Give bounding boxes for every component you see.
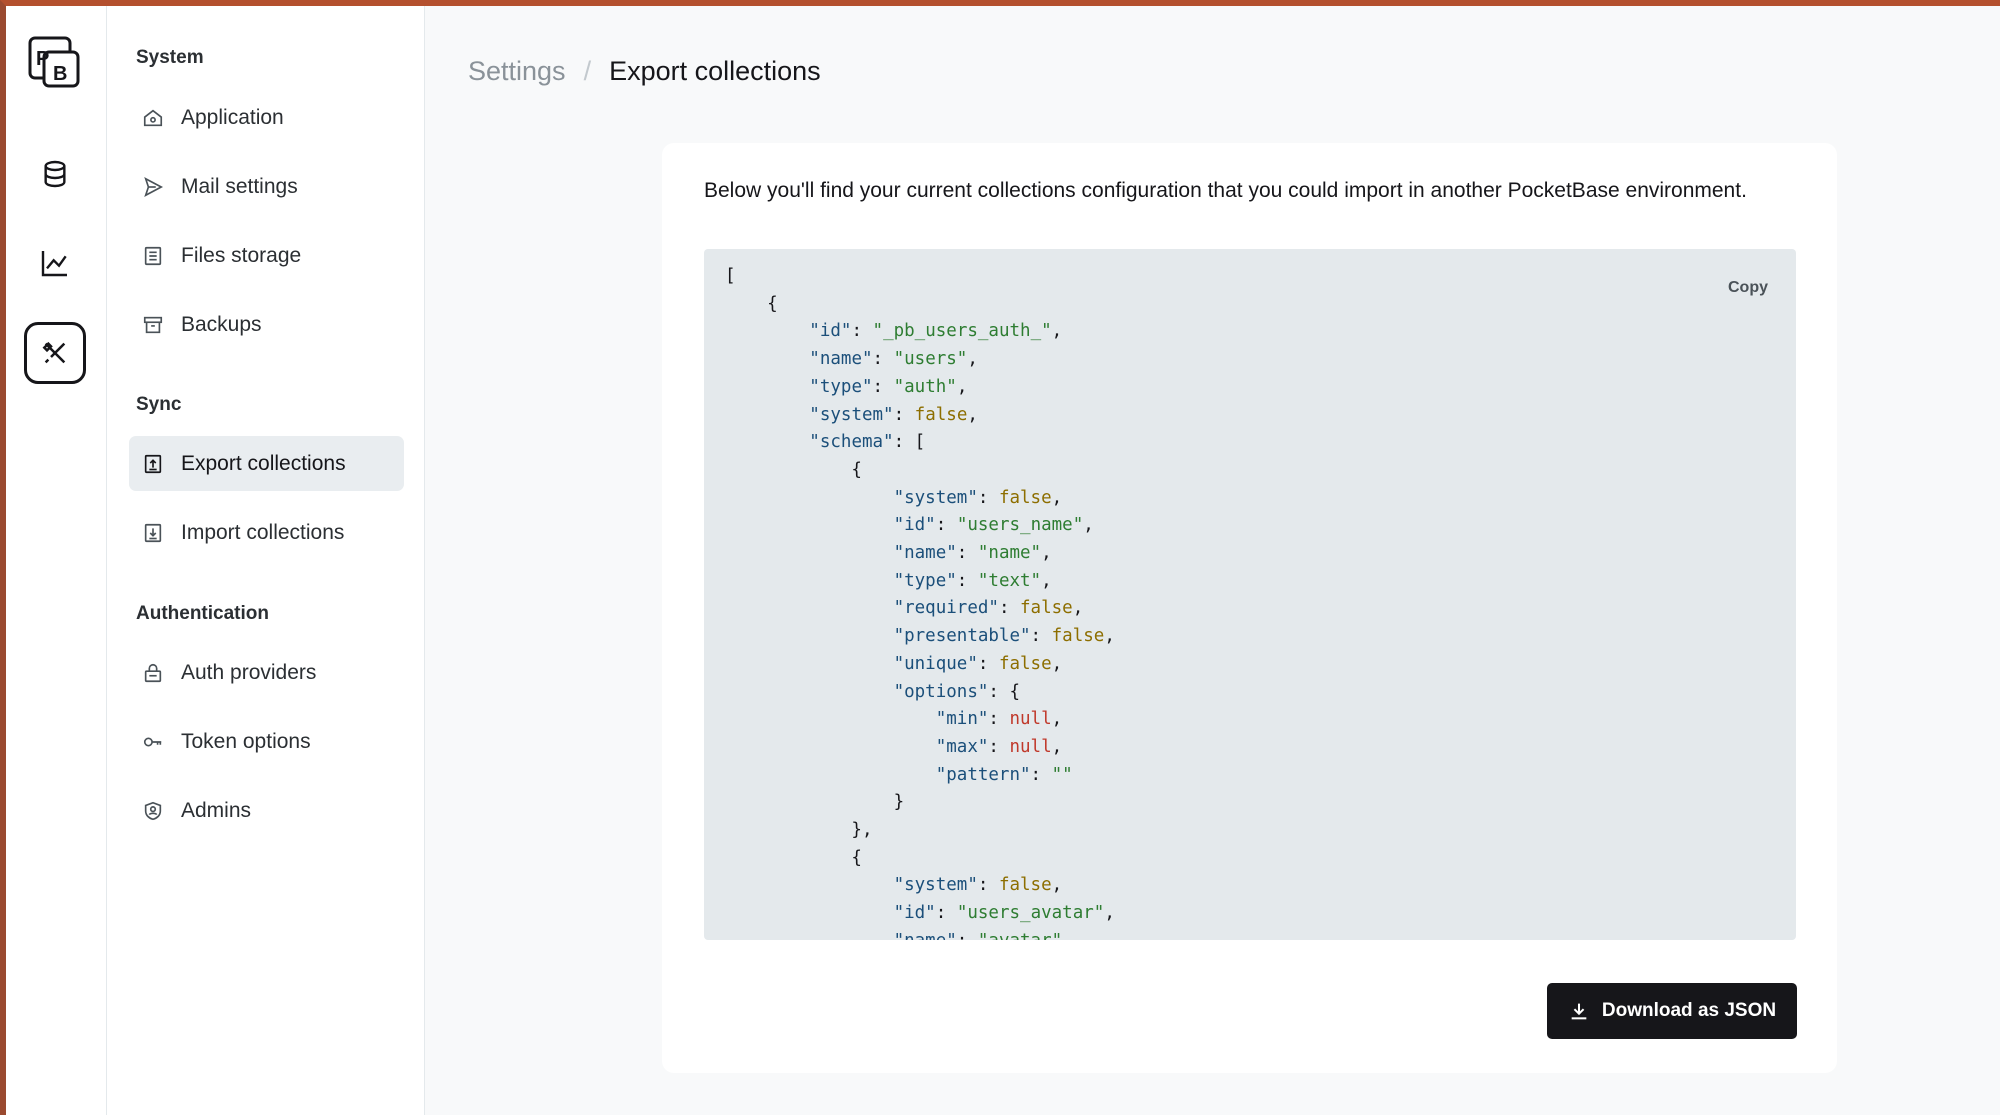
file-list-icon	[142, 245, 164, 267]
sidebar-item-label: Import collections	[181, 520, 345, 544]
code-line: "required": false,	[893, 598, 1084, 619]
code-line: "name": "users",	[809, 349, 978, 370]
sidebar-item-label: Export collections	[181, 451, 346, 475]
code-line: "type": "auth",	[809, 376, 968, 397]
sidebar-item-files-storage[interactable]: Files storage	[129, 228, 404, 283]
key-icon	[142, 731, 164, 753]
code-line: },	[725, 820, 873, 841]
download-icon	[1571, 1003, 1587, 1020]
download-icon	[142, 522, 164, 544]
sidebar-item-label: Token options	[181, 729, 311, 753]
sidebar-item-import-collections[interactable]: Import collections	[129, 505, 404, 560]
rail-collections-button[interactable]	[24, 143, 86, 205]
sidebar-item-label: Auth providers	[181, 660, 317, 684]
sidebar-item-label: Files storage	[181, 243, 302, 267]
sidebar-item-label: Admins	[181, 798, 252, 822]
code-line: "system": false,	[893, 875, 1063, 896]
rail-logs-button[interactable]	[24, 232, 86, 294]
code-line: "schema": [	[809, 432, 926, 453]
code-line: "id": "users_name",	[893, 515, 1094, 536]
settings-sidebar: System Application Mail settings Files s…	[107, 6, 425, 1115]
pocketbase-logo[interactable]: P B	[27, 35, 83, 91]
section-title-sync: Sync	[136, 394, 182, 415]
copy-button[interactable]: Copy	[1728, 279, 1768, 297]
breadcrumb-settings[interactable]: Settings	[468, 56, 566, 87]
intro-text: Below you'll find your current collectio…	[704, 179, 1747, 202]
code-line: "system": false,	[809, 404, 978, 425]
sidebar-item-label: Application	[181, 105, 284, 129]
archive-icon	[142, 314, 164, 336]
home-gear-icon	[142, 107, 164, 129]
svg-text:P: P	[36, 48, 49, 70]
chart-line-icon	[41, 251, 67, 277]
rail-settings-button[interactable]	[24, 322, 86, 384]
sidebar-item-backups[interactable]: Backups	[129, 297, 404, 352]
section-title-authentication: Authentication	[136, 603, 269, 624]
lock-icon	[142, 662, 164, 684]
section-title-system: System	[136, 47, 204, 68]
download-json-label: Download as JSON	[1601, 1000, 1777, 1021]
breadcrumb-separator: /	[583, 56, 592, 86]
page-title: Export collections	[609, 56, 821, 86]
code-line: "options": {	[893, 681, 1021, 702]
code-line: "unique": false,	[893, 653, 1063, 674]
sidebar-item-mail-settings[interactable]: Mail settings	[129, 159, 404, 214]
json-code: [ { "id": "_pb_users_auth_", "name": "us…	[725, 263, 1115, 940]
code-line: {	[725, 847, 862, 868]
code-line: "name": "avatar",	[725, 928, 1115, 940]
breadcrumb: Settings / Export collections	[468, 56, 821, 87]
code-line: "name": "name",	[893, 543, 1052, 564]
code-line: "id": "users_avatar",	[893, 903, 1115, 924]
export-panel: Below you'll find your current collectio…	[662, 143, 1837, 1073]
download-json-button[interactable]: Download as JSON	[1547, 983, 1797, 1039]
code-line: "max": null,	[935, 736, 1063, 757]
icon-rail: P B	[6, 6, 107, 1115]
sidebar-item-application[interactable]: Application	[129, 90, 404, 145]
app-window: P B System Application Mail settings Fil…	[0, 0, 2000, 1115]
code-line: "pattern": ""	[935, 764, 1073, 785]
code-line: "min": null,	[935, 709, 1063, 730]
sidebar-item-token-options[interactable]: Token options	[129, 714, 404, 769]
sidebar-item-auth-providers[interactable]: Auth providers	[129, 645, 404, 700]
upload-icon	[142, 453, 164, 475]
code-line: "type": "text",	[893, 570, 1052, 591]
shield-user-icon	[142, 800, 164, 822]
code-line: }	[725, 792, 905, 813]
send-icon	[142, 176, 164, 198]
code-line: [	[725, 266, 736, 286]
sidebar-item-admins[interactable]: Admins	[129, 783, 404, 838]
sidebar-item-export-collections[interactable]: Export collections	[129, 436, 404, 491]
code-line: "id": "_pb_users_auth_",	[809, 321, 1063, 342]
sidebar-item-label: Backups	[181, 312, 262, 336]
code-line: {	[725, 459, 862, 480]
code-line: "system": false,	[893, 487, 1063, 508]
svg-text:B: B	[53, 63, 67, 85]
database-icon	[44, 160, 66, 188]
tools-icon	[42, 341, 66, 364]
sidebar-item-label: Mail settings	[181, 174, 298, 198]
code-line: {	[725, 293, 778, 314]
json-preview[interactable]: [ { "id": "_pb_users_auth_", "name": "us…	[704, 249, 1796, 940]
code-line: "presentable": false,	[893, 626, 1115, 647]
